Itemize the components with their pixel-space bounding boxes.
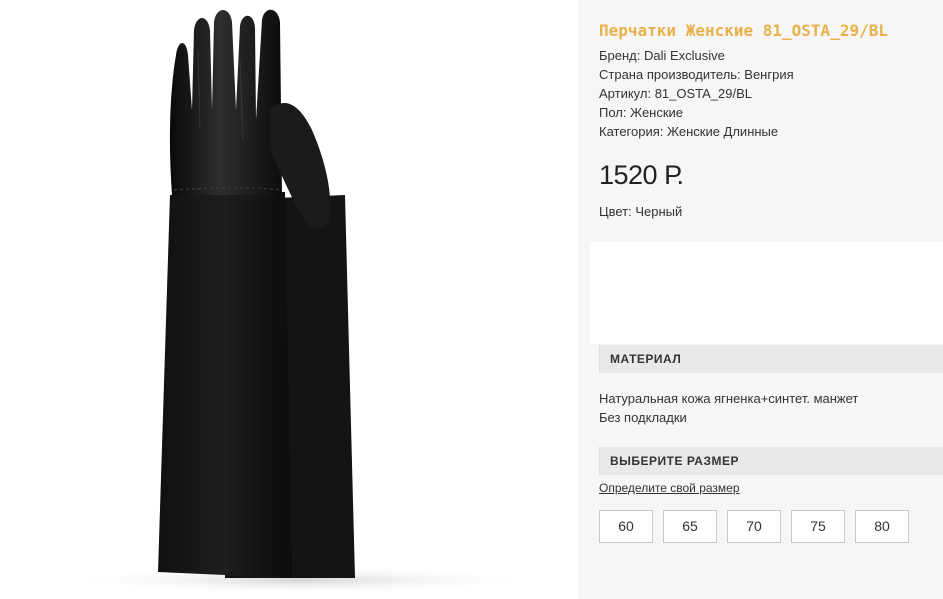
gender-label: Пол: Женские <box>599 105 684 120</box>
price: 1520 Р. <box>599 160 684 190</box>
material-description: Натуральная кожа ягненка+синтет. манжет … <box>599 389 858 427</box>
product-info-panel: Перчатки Женские 81_OSTA_29/BL Бренд: Da… <box>578 0 943 599</box>
material-header: МАТЕРИАЛ <box>599 345 943 373</box>
brand-label: Бренд: Dali Exclusive <box>599 48 725 63</box>
category-label: Категория: Женские Длинные <box>599 124 779 139</box>
blank-panel <box>590 242 943 344</box>
product-title: Перчатки Женские 81_OSTA_29/BL <box>599 21 888 40</box>
country-label: Страна производитель: Венгрия <box>599 67 794 82</box>
sku-label: Артикул: 81_OSTA_29/BL <box>599 86 753 101</box>
size-header: ВЫБЕРИТЕ РАЗМЕР <box>599 447 943 475</box>
product-properties: Бренд: Dali Exclusive Страна производите… <box>599 46 794 141</box>
product-image <box>0 0 578 599</box>
lining-line: Без подкладки <box>599 410 687 425</box>
gloves-image <box>60 9 540 594</box>
size-button-65[interactable]: 65 <box>663 510 717 543</box>
size-options: 60 65 70 75 80 <box>599 510 909 543</box>
size-button-60[interactable]: 60 <box>599 510 653 543</box>
size-button-80[interactable]: 80 <box>855 510 909 543</box>
size-guide-link[interactable]: Определите свой размер <box>599 481 740 495</box>
size-button-70[interactable]: 70 <box>727 510 781 543</box>
material-line: Натуральная кожа ягненка+синтет. манжет <box>599 391 859 406</box>
size-button-75[interactable]: 75 <box>791 510 845 543</box>
color-label: Цвет: Черный <box>599 204 683 219</box>
